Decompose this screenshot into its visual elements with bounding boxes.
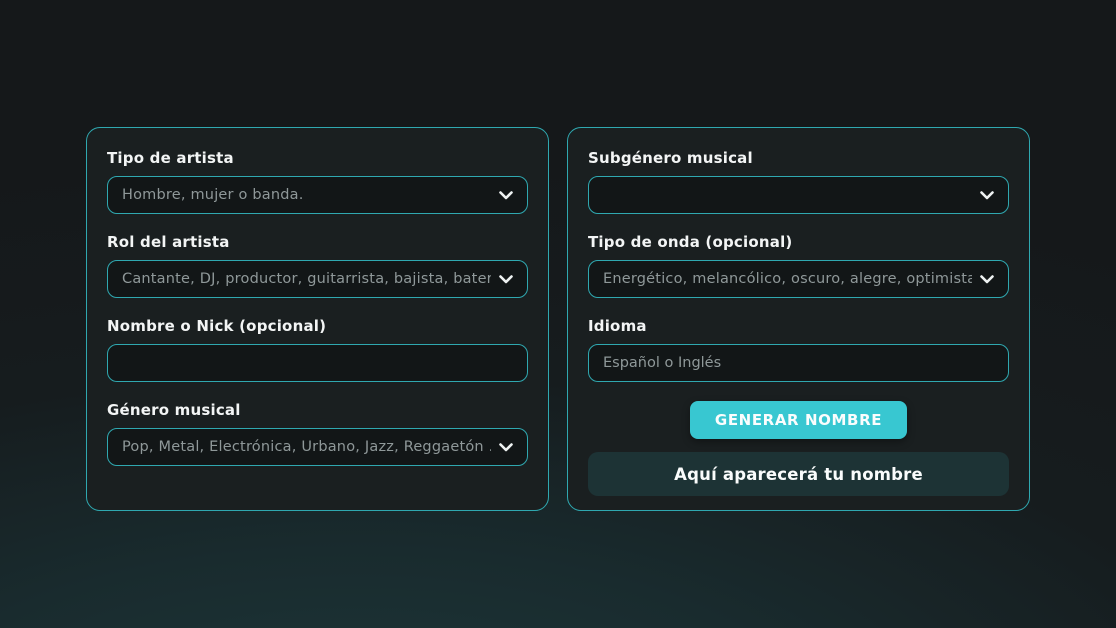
tipo-de-artista-select[interactable]: Hombre, mujer o banda. [107, 176, 528, 214]
select-placeholder: Energético, melancólico, oscuro, alegre,… [603, 271, 972, 287]
field-group-tipo-de-artista: Tipo de artista Hombre, mujer o banda. [107, 149, 528, 214]
select-placeholder: Pop, Metal, Electrónica, Urbano, Jazz, R… [122, 439, 491, 455]
chevron-down-icon [499, 443, 513, 452]
chevron-down-icon [980, 275, 994, 284]
genero-musical-select[interactable]: Pop, Metal, Electrónica, Urbano, Jazz, R… [107, 428, 528, 466]
field-group-idioma: Idioma [588, 317, 1009, 382]
field-group-rol-del-artista: Rol del artista Cantante, DJ, productor,… [107, 233, 528, 298]
tipo-de-onda-label: Tipo de onda (opcional) [588, 233, 1009, 251]
genero-musical-label: Género musical [107, 401, 528, 419]
nombre-nick-field [107, 344, 528, 382]
idioma-label: Idioma [588, 317, 1009, 335]
field-group-nombre-nick: Nombre o Nick (opcional) [107, 317, 528, 382]
idioma-input[interactable] [603, 345, 994, 381]
result-placeholder: Aquí aparecerá tu nombre [588, 452, 1009, 496]
chevron-down-icon [499, 275, 513, 284]
page-background: { "theme": { "accent_border": "#2fa8b0",… [0, 0, 1116, 628]
rol-del-artista-label: Rol del artista [107, 233, 528, 251]
subgenero-musical-select[interactable] [588, 176, 1009, 214]
generator-card: Subgénero musical Tipo de onda (opcional… [567, 127, 1030, 511]
field-group-subgenero-musical: Subgénero musical [588, 149, 1009, 214]
select-placeholder: Hombre, mujer o banda. [122, 187, 491, 203]
idioma-field [588, 344, 1009, 382]
chevron-down-icon [499, 191, 513, 200]
field-group-tipo-de-onda: Tipo de onda (opcional) Energético, mela… [588, 233, 1009, 298]
nombre-nick-label: Nombre o Nick (opcional) [107, 317, 528, 335]
field-group-genero-musical: Género musical Pop, Metal, Electrónica, … [107, 401, 528, 466]
form-cards-container: Tipo de artista Hombre, mujer o banda. R… [86, 127, 1030, 511]
nombre-nick-input[interactable] [122, 345, 513, 381]
tipo-de-artista-label: Tipo de artista [107, 149, 528, 167]
generate-name-button[interactable]: GENERAR NOMBRE [690, 401, 907, 439]
chevron-down-icon [980, 191, 994, 200]
rol-del-artista-select[interactable]: Cantante, DJ, productor, guitarrista, ba… [107, 260, 528, 298]
tipo-de-onda-select[interactable]: Energético, melancólico, oscuro, alegre,… [588, 260, 1009, 298]
select-placeholder: Cantante, DJ, productor, guitarrista, ba… [122, 271, 491, 287]
subgenero-musical-label: Subgénero musical [588, 149, 1009, 167]
artist-info-card: Tipo de artista Hombre, mujer o banda. R… [86, 127, 549, 511]
